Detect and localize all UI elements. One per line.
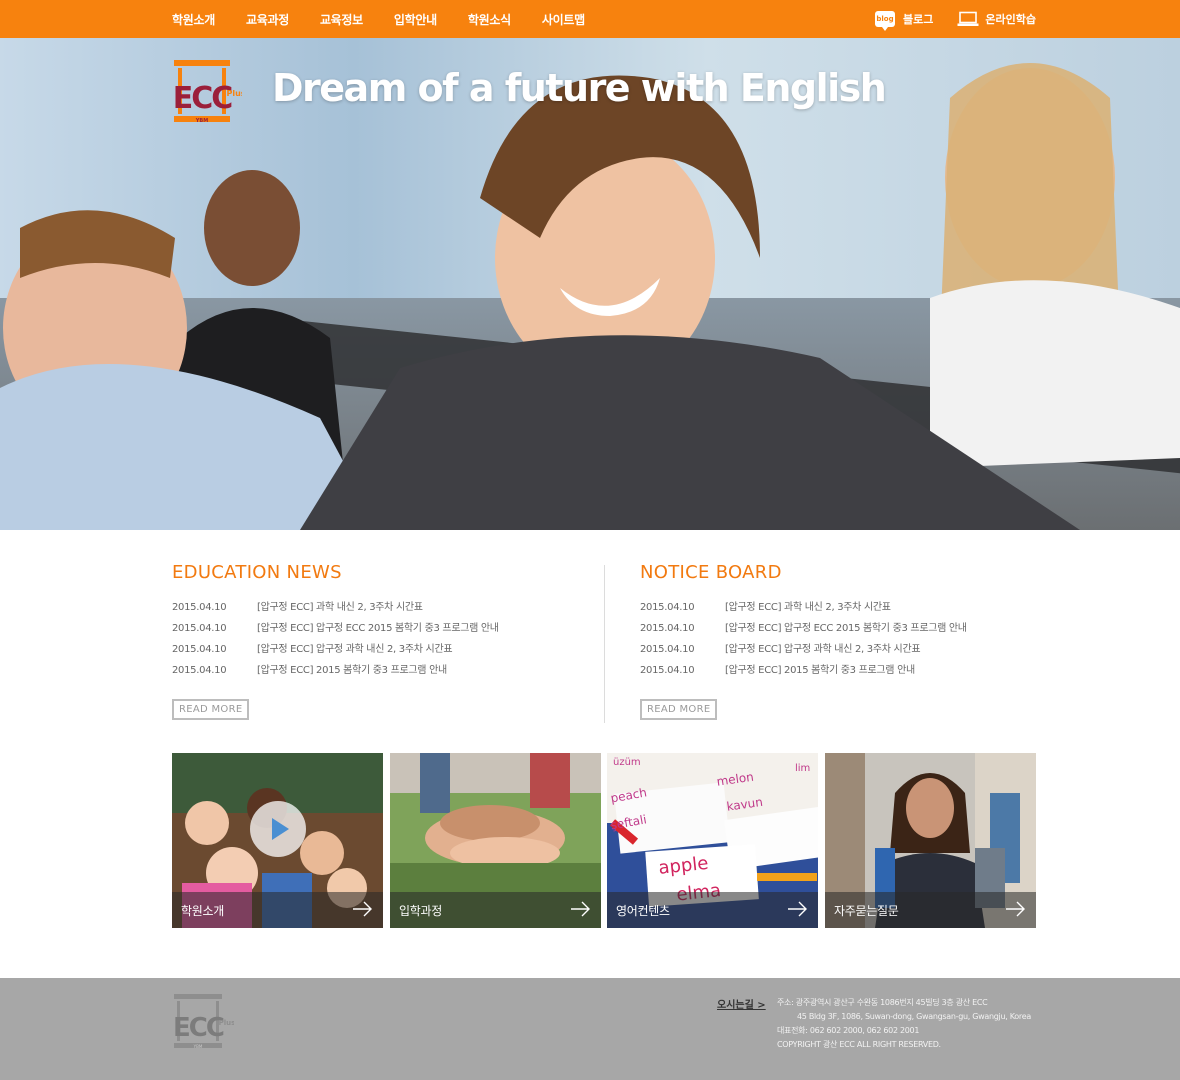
online-learning-link[interactable]: 온라인학습 [933,11,1036,27]
arrow-right-icon [571,901,590,917]
footer-logo: ECC Plus YBM [173,994,234,1049]
list-item[interactable]: 2015.04.10 [압구정 ECC] 압구정 ECC 2015 봄학기 중3 … [172,622,532,643]
hero-title: Dream of a future with English [272,66,887,110]
footer-address-ko: 주소: 광주광역시 광산구 수완동 1086번지 45빌딩 3층 광산 ECC [777,998,988,1007]
footer-copyright: COPYRIGHT 광산 ECC ALL RIGHT RESERVED. [777,1040,941,1049]
play-video-icon[interactable] [250,801,306,857]
tile-english-content[interactable]: üzüm lim peach melon şeftali kavun apple… [607,753,818,928]
blog-label: 블로그 [903,13,934,26]
tile-label: 입학과정 [399,904,442,918]
post-title[interactable]: [압구정 ECC] 압구정 ECC 2015 봄학기 중3 프로그램 안내 [725,622,967,643]
post-title[interactable]: [압구정 ECC] 압구정 ECC 2015 봄학기 중3 프로그램 안내 [257,622,499,643]
list-item[interactable]: 2015.04.10 [압구정 ECC] 과학 내신 2, 3주차 시간표 [172,601,532,622]
arrow-right-icon [788,901,807,917]
post-date: 2015.04.10 [172,644,227,655]
education-news-board: EDUCATION NEWS 2015.04.10 [압구정 ECC] 과학 내신… [172,562,532,720]
post-date: 2015.04.10 [640,644,695,655]
main-nav: 학원소개 교육과정 교육정보 입학안내 학원소식 사이트맵 [172,0,616,38]
tile-faq[interactable]: 자주묻는질문 [825,753,1036,928]
online-learning-label: 온라인학습 [985,13,1036,26]
tile-label: 학원소개 [181,904,224,918]
post-date: 2015.04.10 [172,665,227,676]
post-date: 2015.04.10 [172,602,227,613]
tile-admission-course[interactable]: 입학과정 [390,753,601,928]
education-news-read-more-button[interactable]: READ MORE [172,699,250,720]
post-title[interactable]: [압구정 ECC] 과학 내신 2, 3주차 시간표 [725,601,891,622]
board-divider [604,565,605,723]
blog-link[interactable]: blog 블로그 [875,11,934,31]
footer-address-block: 주소: 광주광역시 광산구 수완동 1086번지 45빌딩 3층 광산 ECC … [777,996,1031,1052]
list-item[interactable]: 2015.04.10 [압구정 ECC] 2015 봄학기 중3 프로그램 안내 [172,664,532,685]
tile-label: 자주묻는질문 [834,904,899,918]
tile-caption-bar: 영어컨텐츠 [607,892,818,928]
post-title[interactable]: [압구정 ECC] 2015 봄학기 중3 프로그램 안내 [257,664,447,685]
post-title[interactable]: [압구정 ECC] 압구정 과학 내신 2, 3주차 시간표 [725,643,921,664]
logo-wordmark: ECC [173,81,233,116]
logo-plus: Plus [226,89,242,98]
post-date: 2015.04.10 [640,623,695,634]
nav-item-academy-intro[interactable]: 학원소개 [172,11,215,28]
logo-ybm: YBM [195,118,208,124]
footer-phone: 대표전화: 062 602 2000, 062 602 2001 [777,1026,920,1035]
list-item[interactable]: 2015.04.10 [압구정 ECC] 2015 봄학기 중3 프로그램 안내 [640,664,1000,685]
post-date: 2015.04.10 [640,602,695,613]
arrow-right-icon [353,901,372,917]
nav-item-sitemap[interactable]: 사이트맵 [542,11,585,28]
footer-logo-wordmark: ECC [173,1013,224,1043]
tile-caption-bar: 입학과정 [390,892,601,928]
directions-link[interactable]: 오시는길 > [717,996,766,1011]
site-footer: ECC Plus YBM 오시는길 > 주소: 광주광역시 광산구 수완동 10… [0,978,1180,1080]
ecc-plus-logo: ECC Plus YBM [173,60,242,124]
list-item[interactable]: 2015.04.10 [압구정 ECC] 압구정 ECC 2015 봄학기 중3 … [640,622,1000,643]
post-date: 2015.04.10 [172,623,227,634]
notice-board-read-more-button[interactable]: READ MORE [640,699,718,720]
card-word-uzum: üzüm [613,757,641,768]
tile-caption-bar: 학원소개 [172,892,383,928]
post-title[interactable]: [압구정 ECC] 과학 내신 2, 3주차 시간표 [257,601,423,622]
list-item[interactable]: 2015.04.10 [압구정 ECC] 과학 내신 2, 3주차 시간표 [640,601,1000,622]
nav-item-education-info[interactable]: 교육정보 [320,11,363,28]
top-navigation-bar: 학원소개 교육과정 교육정보 입학안내 학원소식 사이트맵 blog 블로그 온… [0,0,1180,38]
list-item[interactable]: 2015.04.10 [압구정 ECC] 압구정 과학 내신 2, 3주차 시간표 [172,643,532,664]
tile-label: 영어컨텐츠 [616,904,670,918]
tile-academy-intro[interactable]: 학원소개 [172,753,383,928]
nav-item-curriculum[interactable]: 교육과정 [246,11,289,28]
notice-board-list: 2015.04.10 [압구정 ECC] 과학 내신 2, 3주차 시간표 201… [640,601,1000,685]
notice-board-heading: NOTICE BOARD [640,562,782,583]
post-title[interactable]: [압구정 ECC] 압구정 과학 내신 2, 3주차 시간표 [257,643,453,664]
post-date: 2015.04.10 [640,665,695,676]
education-news-heading: EDUCATION NEWS [172,562,342,583]
tile-caption-bar: 자주묻는질문 [825,892,1036,928]
nav-item-academy-news[interactable]: 학원소식 [468,11,511,28]
notice-board: NOTICE BOARD 2015.04.10 [압구정 ECC] 과학 내신 2… [640,562,1000,720]
laptop-icon [957,11,979,26]
arrow-right-icon [1006,901,1025,917]
education-news-list: 2015.04.10 [압구정 ECC] 과학 내신 2, 3주차 시간표 201… [172,601,532,685]
footer-logo-plus: Plus [219,1019,234,1027]
list-item[interactable]: 2015.04.10 [압구정 ECC] 압구정 과학 내신 2, 3주차 시간표 [640,643,1000,664]
post-title[interactable]: [압구정 ECC] 2015 봄학기 중3 프로그램 안내 [725,664,915,685]
blog-icon: blog [875,11,896,31]
card-word-lim: lim [795,763,810,774]
hero-banner: ECC Plus YBM Dream of a future with Engl… [0,38,1180,530]
footer-logo-ybm: YBM [193,1044,203,1049]
footer-address-en: 45 Bldg 3F, 1086, Suwan-dong, Gwangsan-g… [797,1012,1031,1021]
utility-links: blog 블로그 온라인학습 [875,0,1036,38]
nav-item-admission[interactable]: 입학안내 [394,11,437,28]
